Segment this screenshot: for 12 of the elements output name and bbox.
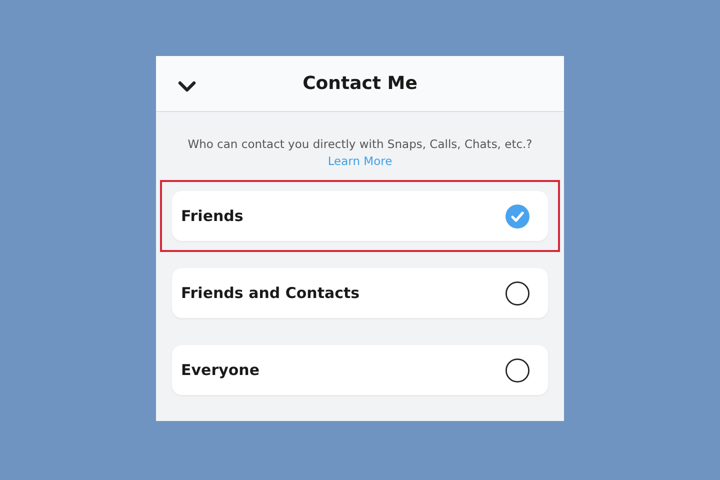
screen-title: Contact Me <box>302 73 418 94</box>
option-row[interactable]: Everyone <box>172 345 548 395</box>
radio-icon[interactable] <box>505 358 530 382</box>
option-row[interactable]: Friends <box>172 191 548 241</box>
option-label: Everyone <box>181 361 260 379</box>
option-row[interactable]: Friends and Contacts <box>172 268 548 318</box>
option-label: Friends <box>181 207 244 225</box>
chevron-down-icon[interactable] <box>178 81 196 92</box>
description-text: Who can contact you directly with Snaps, Calls, Chats, etc.? <box>188 137 532 151</box>
checked-radio-icon[interactable] <box>505 204 530 228</box>
option-label: Friends and Contacts <box>181 284 360 302</box>
radio-icon[interactable] <box>505 280 530 306</box>
